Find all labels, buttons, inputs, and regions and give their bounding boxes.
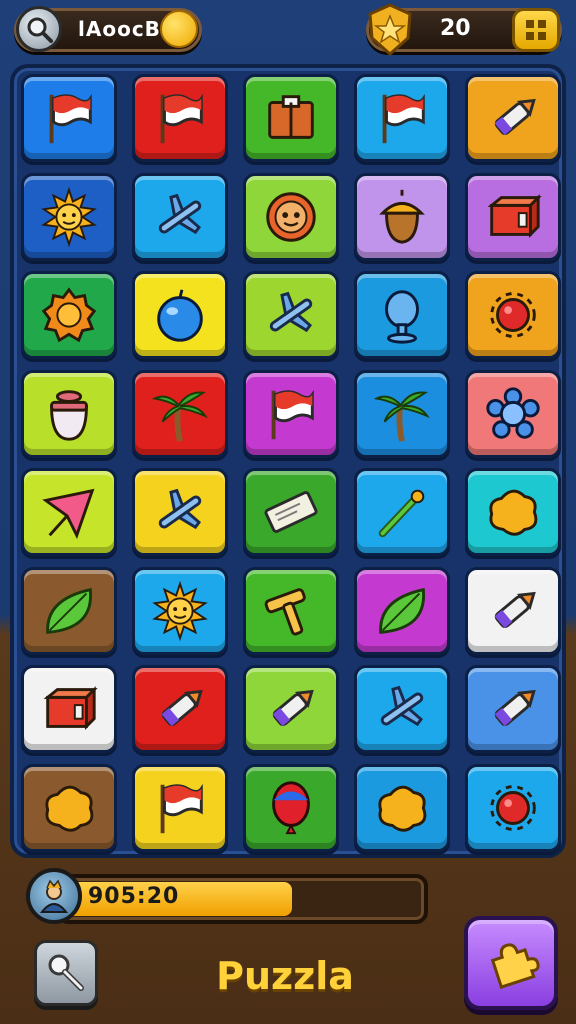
lamp-icon	[371, 284, 433, 346]
crayon-icon	[149, 678, 211, 740]
eraser-icon	[260, 481, 322, 543]
bug-icon	[482, 284, 544, 346]
magnifier-icon[interactable]	[16, 6, 62, 52]
sun-icon	[38, 186, 100, 248]
box-icon	[38, 678, 100, 740]
character-avatar-icon	[26, 868, 82, 924]
plane-icon	[149, 481, 211, 543]
puzzle-tile[interactable]	[132, 271, 228, 359]
puzzle-tile[interactable]	[243, 172, 339, 261]
score-value: 20	[440, 16, 471, 41]
leaf-icon	[371, 580, 433, 642]
puzzle-tile[interactable]	[354, 74, 450, 162]
puzzle-tile[interactable]	[132, 369, 228, 458]
balloon-icon	[260, 777, 322, 839]
puzzle-tile[interactable]	[21, 566, 117, 655]
puzzle-tile[interactable]	[243, 665, 339, 753]
puzzle-tile[interactable]	[465, 566, 561, 655]
puzzle-tile[interactable]	[243, 369, 339, 458]
gear-icon	[38, 284, 100, 346]
puzzle-tile[interactable]	[354, 763, 450, 852]
plane-icon	[149, 186, 211, 248]
bug-icon	[482, 777, 544, 839]
crayon-icon	[482, 87, 544, 149]
flag-icon	[38, 87, 100, 149]
berry-icon	[149, 284, 211, 346]
currency-label: lAoocB	[78, 17, 161, 41]
puzzle-tile[interactable]	[132, 763, 228, 852]
puzzle-tile[interactable]	[354, 271, 450, 359]
sun-icon	[149, 580, 211, 642]
puzzle-tile[interactable]	[354, 665, 450, 753]
top-bar: lAoocB 20	[0, 0, 576, 62]
puzzle-tile[interactable]	[243, 74, 339, 162]
puzzle-tile[interactable]	[132, 74, 228, 162]
kite-icon	[38, 481, 100, 543]
game-title: Puzzla	[216, 954, 354, 998]
crayon-icon	[260, 678, 322, 740]
puzzle-tile[interactable]	[465, 763, 561, 852]
grid-menu-icon[interactable]	[512, 8, 560, 52]
puzzle-tile[interactable]	[21, 369, 117, 458]
palm-tree-icon	[149, 383, 211, 445]
arrow-icon	[371, 481, 433, 543]
star-shield-icon	[364, 2, 416, 58]
flag-icon	[149, 777, 211, 839]
puzzle-tile[interactable]	[21, 74, 117, 162]
plane-icon	[371, 678, 433, 740]
puzzle-tile[interactable]	[243, 468, 339, 556]
puzzle-tile[interactable]	[132, 468, 228, 556]
puzzle-tile[interactable]	[243, 271, 339, 359]
acorn-icon	[371, 186, 433, 248]
flower-icon	[482, 383, 544, 445]
puzzle-tile[interactable]	[465, 665, 561, 753]
crayon-icon	[482, 678, 544, 740]
puzzle-tile[interactable]	[132, 665, 228, 753]
puzzle-tile[interactable]	[21, 665, 117, 753]
plane-icon	[260, 284, 322, 346]
blob-icon	[482, 481, 544, 543]
puzzle-tile[interactable]	[132, 566, 228, 655]
flag-icon	[371, 87, 433, 149]
puzzle-tile[interactable]	[132, 172, 228, 261]
puzzle-tile[interactable]	[354, 369, 450, 458]
puzzle-tile[interactable]	[465, 271, 561, 359]
puzzle-tile[interactable]	[465, 369, 561, 458]
puzzle-tile[interactable]	[354, 468, 450, 556]
timer-text: 905:20	[88, 884, 180, 909]
vase-icon	[38, 383, 100, 445]
puzzle-piece-icon[interactable]	[464, 916, 558, 1010]
button-icon	[260, 186, 322, 248]
gold-coin-icon	[160, 10, 198, 48]
crayon-icon	[482, 580, 544, 642]
hammer-icon	[260, 580, 322, 642]
timer-progress: 905:20	[26, 868, 428, 930]
puzzle-tile[interactable]	[354, 172, 450, 261]
puzzle-tile[interactable]	[21, 172, 117, 261]
puzzle-tile[interactable]	[465, 172, 561, 261]
blob-icon	[38, 777, 100, 839]
flag-icon	[149, 87, 211, 149]
puzzle-tile[interactable]	[21, 271, 117, 359]
puzzle-tile[interactable]	[465, 74, 561, 162]
blob-icon	[371, 777, 433, 839]
puzzle-tile[interactable]	[465, 468, 561, 556]
key-icon[interactable]	[34, 940, 98, 1006]
puzzle-tile[interactable]	[21, 763, 117, 852]
puzzle-tile[interactable]	[243, 566, 339, 655]
puzzle-board	[10, 64, 566, 858]
puzzle-tile[interactable]	[243, 763, 339, 852]
crate-icon	[260, 87, 322, 149]
flag-icon	[260, 383, 322, 445]
box-icon	[482, 186, 544, 248]
palm-tree-icon	[371, 383, 433, 445]
puzzle-tile[interactable]	[354, 566, 450, 655]
puzzle-tile[interactable]	[21, 468, 117, 556]
leaf-icon	[38, 580, 100, 642]
